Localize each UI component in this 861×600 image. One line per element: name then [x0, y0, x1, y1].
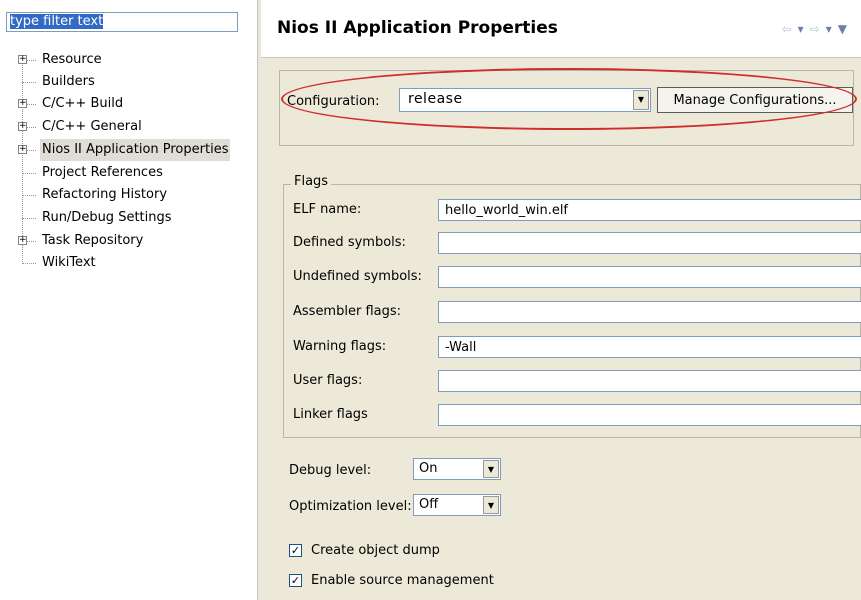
- menu-icon[interactable]: ▼: [838, 22, 853, 36]
- tree-item-label: C/C++ General: [42, 119, 142, 134]
- chevron-down-icon[interactable]: ▼: [483, 496, 499, 514]
- tree-item-label: Resource: [42, 52, 102, 67]
- expand-icon[interactable]: +: [18, 236, 27, 245]
- expand-icon[interactable]: +: [18, 145, 27, 154]
- back-arrow-icon[interactable]: ⇦: [782, 22, 798, 36]
- tree-item-label: Run/Debug Settings: [42, 210, 172, 225]
- chevron-down-icon[interactable]: ▼: [483, 460, 499, 478]
- dropdown-icon[interactable]: ▾: [798, 22, 810, 36]
- flag-label: ELF name:: [293, 202, 362, 217]
- forward-arrow-icon[interactable]: ⇨: [810, 22, 826, 36]
- optimization-level-select[interactable]: Off ▼: [413, 494, 501, 516]
- warning-flags-input[interactable]: [438, 336, 861, 358]
- expand-icon[interactable]: +: [18, 55, 27, 64]
- flag-label: Linker flags: [293, 407, 368, 422]
- page-header: Nios II Application Properties ⇦▾⇨▾▼: [261, 0, 861, 58]
- filter-text: type filter text: [10, 14, 104, 29]
- manage-configurations-button[interactable]: Manage Configurations...: [657, 87, 853, 113]
- flag-label: Warning flags:: [293, 339, 387, 354]
- page-title: Nios II Application Properties: [277, 18, 558, 38]
- tree-item-label: Refactoring History: [42, 187, 168, 202]
- elf-name-input[interactable]: [438, 199, 861, 221]
- checkbox-label: Create object dump: [311, 543, 440, 558]
- debug-level-value: On: [419, 461, 438, 476]
- checkmark-icon[interactable]: ✓: [289, 574, 302, 587]
- tree-item-label: Nios II Application Properties: [40, 139, 231, 161]
- dropdown-icon[interactable]: ▾: [826, 22, 838, 36]
- user-flags-input[interactable]: [438, 370, 861, 392]
- flag-label: User flags:: [293, 373, 363, 388]
- expand-icon[interactable]: +: [18, 99, 27, 108]
- properties-page: Nios II Application Properties ⇦▾⇨▾▼ Con…: [261, 0, 861, 600]
- optimization-level-value: Off: [419, 497, 439, 512]
- expand-icon[interactable]: +: [18, 122, 27, 131]
- preferences-tree-panel: type filter text + Resource Builders + C…: [0, 0, 257, 600]
- tree-item-label: WikiText: [42, 255, 96, 270]
- debug-level-select[interactable]: On ▼: [413, 458, 501, 480]
- tree-item-label: Project References: [42, 165, 163, 180]
- tree-item-label: C/C++ Build: [42, 96, 124, 111]
- checkbox-label: Enable source management: [311, 573, 494, 588]
- checkmark-icon[interactable]: ✓: [289, 544, 302, 557]
- flag-label: Defined symbols:: [293, 235, 406, 250]
- defined-symbols-input[interactable]: [438, 232, 861, 254]
- chevron-down-icon[interactable]: ▼: [633, 90, 649, 110]
- assembler-flags-input[interactable]: [438, 301, 861, 323]
- filter-input[interactable]: type filter text: [6, 12, 238, 32]
- tree-item-label: Task Repository: [42, 233, 144, 248]
- linker-flags-input[interactable]: [438, 404, 861, 426]
- optimization-level-label: Optimization level:: [289, 499, 412, 514]
- flag-label: Undefined symbols:: [293, 269, 422, 284]
- undefined-symbols-input[interactable]: [438, 266, 861, 288]
- configuration-select[interactable]: release ▼: [399, 88, 651, 112]
- configuration-value: release: [408, 91, 463, 107]
- tree-guide-line: [22, 56, 23, 264]
- history-navigation: ⇦▾⇨▾▼: [782, 22, 853, 36]
- tree-item-label: Builders: [42, 74, 95, 89]
- debug-level-label: Debug level:: [289, 463, 372, 478]
- configuration-label: Configuration:: [287, 94, 380, 109]
- flag-label: Assembler flags:: [293, 304, 401, 319]
- flags-legend: Flags: [291, 174, 332, 189]
